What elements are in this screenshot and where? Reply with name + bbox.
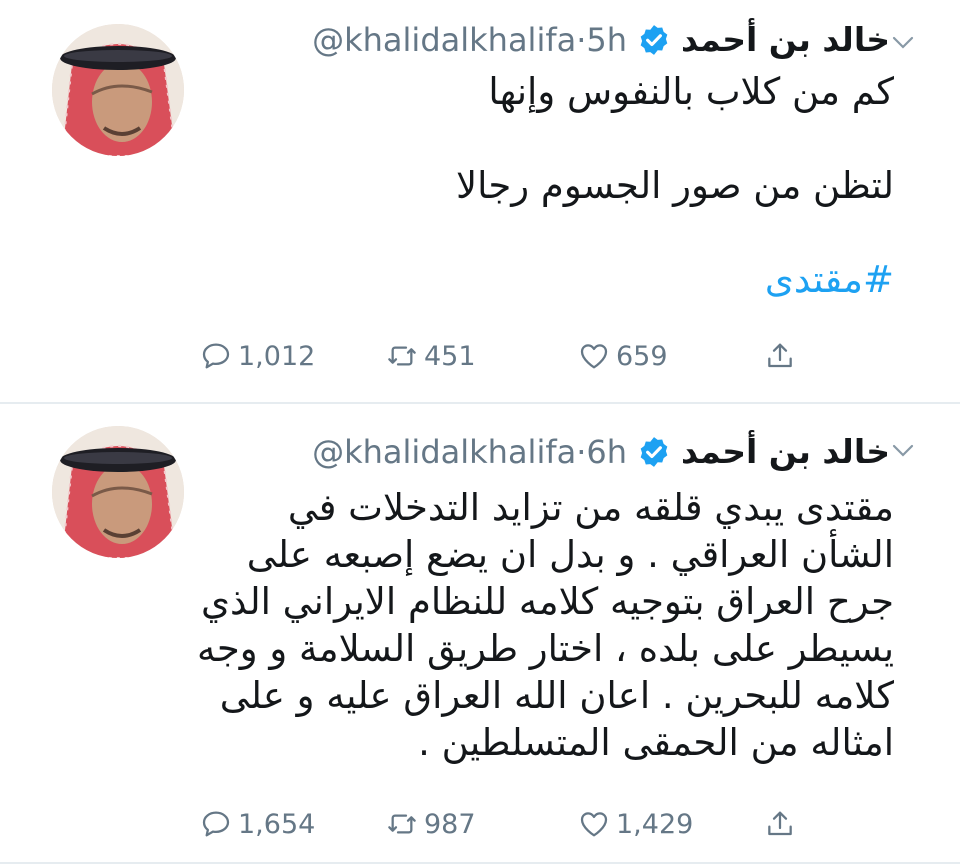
avatar-image (52, 426, 184, 558)
retweet-icon (388, 346, 416, 366)
reply-button[interactable]: 1,654 (200, 808, 315, 840)
author-handle[interactable]: @khalidalkhalifa (312, 433, 576, 471)
tweet-text-line: لتظن من صور الجسوم رجالا (456, 164, 894, 207)
share-icon (768, 811, 792, 836)
share-icon (768, 343, 792, 368)
reply-button[interactable]: 1,012 (200, 340, 315, 372)
like-button[interactable]: 1,429 (578, 808, 693, 840)
like-count: 1,429 (616, 808, 694, 840)
chevron-down-icon[interactable] (892, 444, 914, 458)
tweet-header: خالد بن أحمد @khalidalkhalifa·6h (312, 432, 890, 471)
retweet-count: 451 (424, 340, 476, 372)
tweet-text-line (194, 209, 894, 256)
like-button[interactable]: 659 (578, 340, 668, 372)
chevron-down-icon[interactable] (892, 36, 914, 50)
verified-badge-icon (640, 24, 668, 55)
tweet-time[interactable]: 5h (586, 21, 627, 59)
retweet-button[interactable]: 987 (386, 808, 476, 840)
time-separator: · (576, 20, 587, 59)
tweet-text: كم من كلاب بالنفوس وإنها لتظن من صور الج… (194, 68, 894, 303)
tweet-item[interactable]: خالد بن أحمد @khalidalkhalifa·5h كم من ك… (0, 0, 960, 402)
tweet-actions: 1,012 451 659 (200, 340, 820, 380)
avatar[interactable] (52, 426, 184, 558)
heart-icon (580, 344, 608, 369)
tweet-text-line (194, 115, 894, 162)
reply-icon (202, 811, 230, 837)
tweet-actions: 1,654 987 1,429 (200, 808, 820, 848)
share-button[interactable] (764, 340, 796, 372)
verified-badge-icon (640, 436, 668, 467)
tweet-item[interactable]: خالد بن أحمد @khalidalkhalifa·6h مقتدى ي… (0, 404, 960, 864)
hashtag-link[interactable]: #مقتدى (194, 256, 894, 303)
retweet-count: 987 (424, 808, 476, 840)
author-handle[interactable]: @khalidalkhalifa (312, 21, 576, 59)
reply-icon (202, 343, 230, 369)
share-button[interactable] (764, 808, 796, 840)
tweet-header: خالد بن أحمد @khalidalkhalifa·5h (312, 20, 890, 59)
reply-count: 1,654 (238, 808, 316, 840)
time-separator: · (576, 432, 587, 471)
tweet-text: مقتدى يبدي قلقه من تزايد التدخلات في الش… (185, 486, 894, 764)
avatar-image (52, 24, 184, 156)
retweet-button[interactable]: 451 (386, 340, 476, 372)
author-name[interactable]: خالد بن أحمد (681, 432, 890, 471)
like-count: 659 (616, 340, 668, 372)
author-name[interactable]: خالد بن أحمد (681, 20, 890, 59)
tweet-text-line: كم من كلاب بالنفوس وإنها (488, 70, 894, 113)
retweet-icon (388, 814, 416, 834)
avatar[interactable] (52, 24, 184, 156)
handle-time: @khalidalkhalifa·6h (312, 433, 627, 471)
reply-count: 1,012 (238, 340, 316, 372)
handle-time: @khalidalkhalifa·5h (312, 21, 627, 59)
tweet-time[interactable]: 6h (586, 433, 627, 471)
heart-icon (580, 812, 608, 837)
